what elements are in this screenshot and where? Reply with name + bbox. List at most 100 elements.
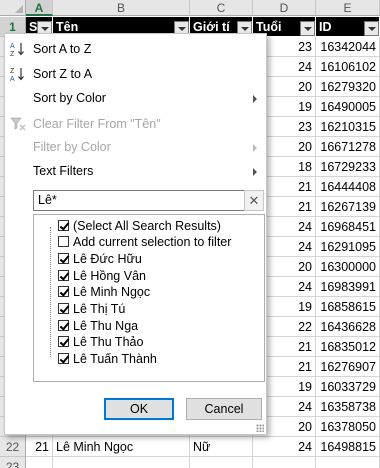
cell-value: 20 — [298, 80, 312, 94]
filter-dropdown-button[interactable] — [300, 21, 315, 36]
submenu-arrow-icon — [253, 95, 257, 103]
cell-value: 21 — [298, 180, 312, 194]
cell-value: Tuổi — [256, 20, 282, 34]
cell-col-e[interactable]: 16267139 — [316, 197, 380, 217]
cell-value: 16490005 — [320, 100, 376, 114]
sort-by-color-item[interactable]: Sort by Color — [5, 86, 266, 111]
column-header-e[interactable]: E — [316, 0, 380, 16]
ok-button[interactable]: OK — [104, 398, 174, 420]
svg-text:Z: Z — [10, 68, 15, 75]
text-filters-label: Text Filters — [33, 164, 94, 178]
sort-by-color-label: Sort by Color — [33, 91, 106, 105]
cancel-button[interactable]: Cancel — [186, 398, 262, 420]
filter-value-label: Lê Thu Thảo — [73, 335, 144, 349]
clear-filter-icon — [10, 117, 26, 131]
filter-dropdown-button[interactable] — [364, 21, 379, 36]
checkbox-checked-icon[interactable] — [58, 220, 69, 231]
cell-col-e[interactable]: 16858615 — [316, 297, 380, 317]
row-header[interactable]: 22 — [0, 437, 26, 457]
cell-col-e[interactable]: 16444408 — [316, 177, 380, 197]
cell-value: ID — [319, 20, 332, 34]
checkbox-checked-icon[interactable] — [58, 336, 69, 347]
cell-value: 21 — [298, 360, 312, 374]
cell-value: 16444408 — [320, 180, 376, 194]
svg-text:A: A — [10, 76, 15, 82]
cell-value: 19 — [298, 300, 312, 314]
cell-col-e[interactable]: 16358738 — [316, 397, 380, 417]
cell-col-e[interactable]: 16276907 — [316, 357, 380, 377]
cell-value: 20 — [298, 420, 312, 434]
clear-search-button[interactable]: ✕ — [244, 190, 264, 211]
checkbox-checked-icon[interactable] — [58, 270, 69, 281]
cell-col-b[interactable]: Lê Minh Ngọc — [53, 437, 190, 457]
cell-value: 16968451 — [320, 220, 376, 234]
filter-value-label: Lê Minh Ngọc — [73, 285, 151, 299]
cell-col-e[interactable]: 16279320 — [316, 77, 380, 97]
cell-col-e[interactable]: 16342044 — [316, 37, 380, 57]
sort-z-to-a-label: Sort Z to A — [33, 67, 93, 81]
cell-value: 16267139 — [320, 200, 376, 214]
cell-col-e[interactable]: 16671278 — [316, 137, 380, 157]
filter-by-color-label: Filter by Color — [33, 140, 111, 154]
cell-col-a[interactable] — [26, 457, 53, 468]
column-header-c[interactable]: C — [190, 0, 253, 16]
cell-value: Lê Minh Ngọc — [56, 440, 134, 454]
checkbox-checked-icon[interactable] — [58, 303, 69, 314]
cell-value: 16106102 — [320, 60, 376, 74]
cell-col-e[interactable] — [316, 457, 380, 468]
filter-search-input[interactable]: Lê* — [33, 190, 249, 211]
cell-col-e[interactable]: 16436628 — [316, 317, 380, 337]
cell-col-e[interactable]: 16490005 — [316, 97, 380, 117]
cell-value: 16279320 — [320, 80, 376, 94]
submenu-arrow-icon — [253, 168, 257, 176]
cell-col-e[interactable]: 16498815 — [316, 437, 380, 457]
row-header[interactable]: 23 — [0, 457, 26, 468]
cell-col-e[interactable]: 16983991 — [316, 277, 380, 297]
select-all-corner[interactable] — [0, 0, 26, 16]
cell-col-e[interactable]: 16968451 — [316, 217, 380, 237]
cell-col-c[interactable]: Nữ — [190, 437, 253, 457]
column-header-a[interactable]: A — [26, 0, 53, 16]
cell-value: 24 — [298, 400, 312, 414]
cell-col-e[interactable]: 16300000 — [316, 257, 380, 277]
text-filters-item[interactable]: Text Filters — [5, 159, 266, 184]
cell-col-e[interactable]: 16729233 — [316, 157, 380, 177]
checkbox-unchecked-icon[interactable] — [58, 236, 69, 247]
cell-col-e[interactable]: 16106102 — [316, 57, 380, 77]
cell-value: 24 — [298, 60, 312, 74]
checkbox-checked-icon[interactable] — [58, 253, 69, 264]
sort-z-to-a-item[interactable]: ZA Sort Z to A — [5, 62, 266, 87]
cell-col-a[interactable]: 21 — [26, 437, 53, 457]
filter-value-label: Lê Tuấn Thành — [73, 352, 157, 366]
cell-value: 16671278 — [320, 140, 376, 154]
tree-connector-line — [50, 227, 51, 357]
cell-col-e[interactable]: 16835012 — [316, 337, 380, 357]
checkbox-checked-icon[interactable] — [58, 320, 69, 331]
checkbox-checked-icon[interactable] — [58, 353, 69, 364]
sort-a-to-z-item[interactable]: AZ Sort A to Z — [5, 37, 266, 62]
column-header-b[interactable]: B — [53, 0, 190, 16]
sort-descending-icon: ZA — [10, 68, 24, 82]
cell-col-d[interactable] — [253, 457, 316, 468]
submenu-arrow-icon — [253, 144, 257, 152]
cell-col-e[interactable]: 16210315 — [316, 117, 380, 137]
cell-value: 21 — [298, 340, 312, 354]
cell-col-b[interactable] — [53, 457, 190, 468]
cell-value: 24 — [298, 440, 312, 454]
cell-col-e[interactable]: 16378050 — [316, 417, 380, 437]
cell-value: 16436628 — [320, 320, 376, 334]
filter-value-label: Lê Thị Tú — [73, 302, 126, 316]
checkbox-checked-icon[interactable] — [58, 286, 69, 297]
cell-col-e[interactable]: 16291095 — [316, 237, 380, 257]
filter-values-list[interactable]: (Select All Search Results) Add current s… — [33, 214, 265, 382]
column-header-d[interactable]: D — [253, 0, 316, 16]
resize-grip-icon[interactable] — [256, 424, 264, 432]
cell-value: 20 — [298, 140, 312, 154]
cell-col-e[interactable]: 16033729 — [316, 377, 380, 397]
cell-col-d[interactable]: 24 — [253, 437, 316, 457]
filter-by-color-item: Filter by Color — [5, 135, 266, 160]
cell-value: 16291095 — [320, 240, 376, 254]
filter-value-label: (Select All Search Results) — [73, 219, 221, 233]
cell-value: 24 — [298, 220, 312, 234]
cell-col-c[interactable] — [190, 457, 253, 468]
